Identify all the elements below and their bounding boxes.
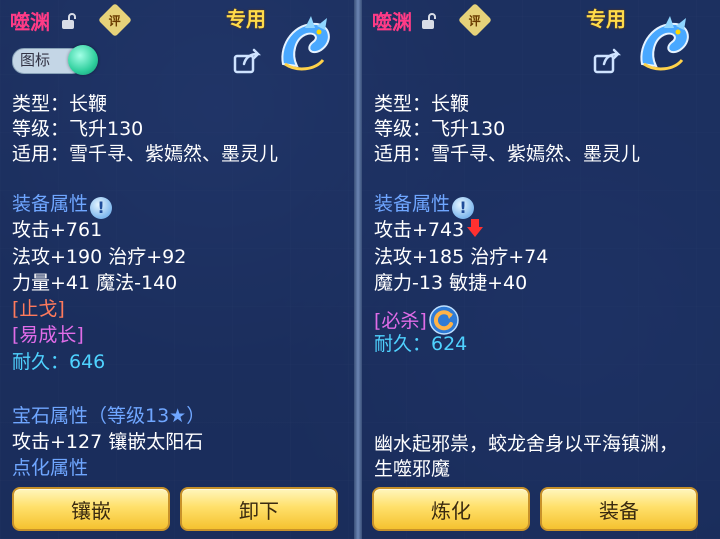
dragon-emblem-icon	[640, 16, 689, 71]
gem-attr-title: 宝石属性（等级13★）	[12, 405, 206, 427]
info-icon[interactable]: !	[90, 197, 113, 219]
str-mag-stat: 力量+41 魔法-140	[12, 272, 178, 294]
durability: 耐久：624	[374, 333, 468, 355]
item-level: 等级：飞升130	[12, 118, 144, 140]
exclusive-label: 专用	[226, 7, 266, 31]
panel-divider	[354, 0, 362, 539]
unlock-icon[interactable]	[420, 12, 438, 30]
inlay-button[interactable]: 镶嵌	[12, 487, 170, 531]
share-icon[interactable]	[232, 46, 262, 76]
refine-button[interactable]: 炼化	[372, 487, 530, 531]
item-level: 等级：飞升130	[374, 118, 506, 140]
item-description-1: 幽水起邪祟，蛟龙舍身以平海镇渊，	[374, 433, 679, 455]
item-name: 噬渊	[10, 10, 50, 34]
item-applicable: 适用：雪千寻、紫嫣然、墨灵儿	[374, 143, 641, 165]
equipped-item-panel: 噬渊 评 专用 图标 类型：长鞭 等级：飞升130 适用：雪千寻、紫嫣然、墨灵儿…	[0, 0, 354, 539]
rating-icon[interactable]: 评	[458, 3, 492, 37]
gem-attr-line: 攻击+127 镶嵌太阳石	[12, 431, 204, 453]
item-applicable: 适用：雪千寻、紫嫣然、墨灵儿	[12, 143, 279, 165]
attack-stat: 攻击+761	[12, 219, 103, 241]
remove-button[interactable]: 卸下	[180, 487, 338, 531]
item-name: 噬渊	[372, 10, 412, 34]
share-icon[interactable]	[592, 46, 622, 76]
exclusive-label: 专用	[586, 7, 626, 31]
icon-toggle-label: 图标	[20, 51, 51, 69]
equip-attr-title: 装备属性!	[12, 192, 113, 219]
icon-toggle-knob	[68, 45, 98, 75]
equip-button[interactable]: 装备	[540, 487, 698, 531]
magic-heal-stat: 法攻+190 治疗+92	[12, 246, 187, 268]
arrow-down-icon	[467, 219, 484, 237]
icon-toggle[interactable]: 图标	[12, 45, 98, 75]
magic-heal-stat: 法攻+185 治疗+74	[374, 246, 549, 268]
item-description-2: 生噬邪魔	[374, 458, 451, 480]
refine-attr-title: 点化属性	[12, 457, 89, 479]
compared-item-panel: 噬渊 评 专用 类型：长鞭 等级：飞升130 适用：雪千寻、紫嫣然、墨灵儿 装备…	[362, 0, 720, 539]
item-type: 类型：长鞭	[12, 93, 108, 115]
refresh-skill-icon[interactable]	[429, 305, 459, 335]
info-icon[interactable]: !	[452, 197, 475, 219]
special-effect-1: [止戈]	[12, 298, 65, 320]
durability: 耐久：646	[12, 351, 106, 373]
special-effect-2: [易成长]	[12, 324, 84, 346]
rating-icon[interactable]: 评	[98, 3, 132, 37]
item-type: 类型：长鞭	[374, 93, 470, 115]
mag-agi-stat: 魔力-13 敏捷+40	[374, 272, 528, 294]
unlock-icon[interactable]	[60, 12, 78, 30]
dragon-emblem-icon	[281, 16, 330, 71]
attack-stat: 攻击+743	[374, 218, 484, 243]
equip-attr-title: 装备属性!	[374, 192, 475, 219]
special-effect-1: [必杀]	[374, 305, 459, 335]
